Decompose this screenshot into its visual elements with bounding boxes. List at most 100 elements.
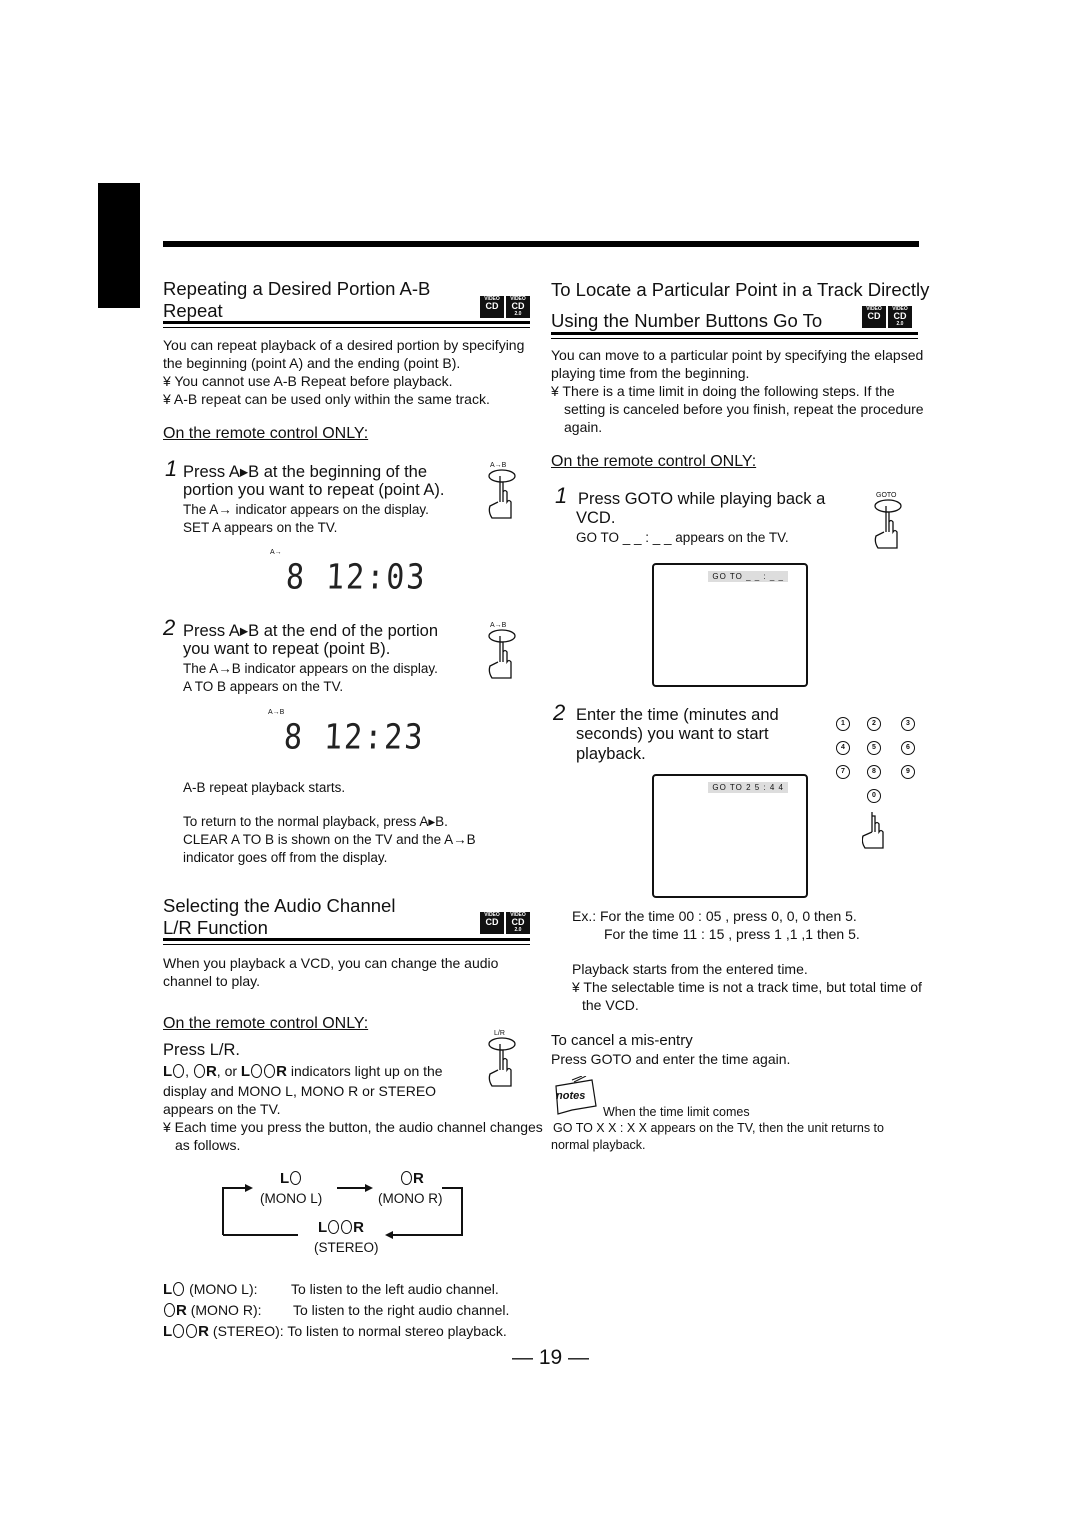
section-tab-marker	[98, 183, 140, 308]
remote-only-heading: On the remote control ONLY:	[163, 425, 369, 442]
key-3[interactable]: 3	[901, 717, 915, 731]
cancel-text: Press GOTO and enter the time again.	[551, 1051, 791, 1067]
step-text: Press A▸B at the beginning of the	[183, 463, 428, 481]
step-number: 1	[165, 456, 178, 481]
indicator-text: display and MONO L, MONO R or STEREO	[163, 1083, 437, 1099]
section-title-line2: Using the Number Buttons Go To	[551, 310, 823, 331]
notes-logo-icon: notes	[552, 1076, 597, 1115]
mono-r-icon: R	[400, 1170, 424, 1187]
step-text: playback.	[576, 745, 646, 763]
note-text: normal playback.	[551, 1138, 646, 1152]
stereo-indicator-icon: LR	[240, 1063, 287, 1080]
title-rule-thin	[163, 327, 530, 328]
return-text: indicator goes off from the display.	[183, 850, 388, 865]
intro-text: channel to play.	[163, 973, 261, 989]
step-text: VCD.	[576, 509, 616, 527]
video-cd-2-badge: VIDEO CD 2.0	[506, 296, 530, 318]
section-title: Selecting the Audio Channel	[163, 895, 396, 916]
return-text: CLEAR A TO B is shown on the TV and the …	[183, 832, 476, 847]
key-2[interactable]: 2	[867, 717, 881, 731]
step-text: Press GOTO while playing back a	[578, 490, 826, 508]
section-title: To Locate a Particular Point in a Track …	[551, 279, 930, 300]
hand-press-icon	[862, 812, 884, 849]
step-text: Press L/R.	[163, 1041, 241, 1059]
bullet: ¥ A-B repeat can be used only within the…	[163, 391, 490, 407]
step-text: you want to repeat (point B).	[183, 640, 391, 658]
key-5[interactable]: 5	[867, 741, 881, 755]
tv-screen: GO TO 2 5 : 4 4	[652, 774, 808, 898]
example-text: For the time 11 : 15 , press 1 ,1 ,1 the…	[604, 926, 860, 942]
unit-display: 8 12:23	[283, 717, 426, 758]
step-number: 2	[553, 700, 566, 725]
intro-text: the beginning (point A) and the ending (…	[163, 355, 461, 371]
manual-page: Repeating a Desired Portion A-B Repeat V…	[0, 0, 1080, 1531]
return-text: To return to the normal playback, press …	[183, 814, 448, 829]
stereo-icon: LR	[318, 1219, 365, 1236]
remote-only-heading: On the remote control ONLY:	[163, 1015, 369, 1032]
intro-text: When you playback a VCD, you can change …	[163, 955, 499, 971]
legend-mono-r: R (MONO R):	[163, 1302, 262, 1319]
step-text: seconds) you want to start	[576, 725, 769, 743]
cycle-label-mono-r: (MONO R)	[378, 1191, 443, 1206]
section-title-line2: L/R Function	[163, 917, 268, 938]
bullet: ¥ You cannot use A-B Repeat before playb…	[163, 373, 453, 389]
legend-desc: To listen to the left audio channel.	[291, 1281, 499, 1297]
tv-osd: GO TO 2 5 : 4 4	[708, 782, 788, 793]
section-title-line2: Repeat	[163, 300, 223, 321]
cycle-label-stereo: (STEREO)	[314, 1240, 379, 1255]
cycle-label-mono-l: (MONO L)	[260, 1191, 323, 1206]
legend-mono-l: L (MONO L):	[163, 1281, 258, 1298]
intro-text: You can repeat playback of a desired por…	[163, 337, 525, 353]
title-rule	[551, 332, 918, 335]
indicator-text: appears on the TV.	[163, 1101, 281, 1117]
top-rule	[163, 241, 919, 247]
cancel-heading: To cancel a mis-entry	[551, 1032, 693, 1049]
key-1[interactable]: 1	[836, 717, 850, 731]
title-rule-thin	[163, 944, 530, 945]
video-cd-badge: VIDEO CD	[862, 306, 886, 328]
tv-osd: GO TO _ _ : _ _	[708, 571, 788, 582]
section-title: Repeating a Desired Portion A-B	[163, 278, 431, 299]
bullet: ¥ There is a time limit in doing the fol…	[551, 383, 895, 399]
key-9[interactable]: 9	[901, 765, 915, 779]
example-text: Ex.: For the time 00 : 05 , press 0, 0, …	[572, 908, 857, 924]
note-heading: When the time limit comes	[603, 1105, 750, 1119]
bullet: the VCD.	[582, 997, 639, 1013]
step-note: SET A appears on the TV.	[183, 520, 338, 535]
mono-l-icon: L	[280, 1170, 302, 1187]
key-0[interactable]: 0	[867, 789, 881, 803]
step-number: 1	[555, 483, 568, 508]
legend-stereo: LR (STEREO): To listen to normal stereo …	[163, 1323, 507, 1340]
unit-display: 8 12:03	[285, 557, 428, 598]
video-cd-2-badge: VIDEO CD 2.0	[888, 306, 912, 328]
video-cd-badge: VIDEO CD	[480, 912, 504, 934]
bullet: ¥ Each time you press the button, the au…	[163, 1119, 543, 1135]
key-8[interactable]: 8	[867, 765, 881, 779]
video-cd-badge: VIDEO CD	[480, 296, 504, 318]
step-note: GO TO _ _ : _ _ appears on the TV.	[576, 530, 789, 545]
bullet: as follows.	[175, 1137, 241, 1153]
tv-screen: GO TO _ _ : _ _	[652, 563, 808, 687]
mono-l-indicator-icon: L	[163, 1063, 185, 1080]
indicator-text: L, R, or LR indicators light up on the	[163, 1063, 443, 1080]
key-6[interactable]: 6	[901, 741, 915, 755]
mono-r-indicator-icon: R	[193, 1063, 217, 1080]
title-rule	[163, 938, 530, 941]
display-indicator: A→	[270, 549, 282, 556]
bullet: setting is canceled before you finish, r…	[564, 401, 924, 417]
page-number: — 19 —	[512, 1346, 590, 1369]
remote-only-heading: On the remote control ONLY:	[551, 453, 757, 470]
note-text: GO TO X X : X X appears on the TV, then …	[553, 1121, 884, 1135]
step-note: The A→B indicator appears on the display…	[183, 661, 438, 676]
video-cd-2-badge: VIDEO CD 2.0	[506, 912, 530, 934]
display-indicator: A→B	[268, 709, 285, 716]
key-4[interactable]: 4	[836, 741, 850, 755]
intro-text: You can move to a particular point by sp…	[551, 347, 924, 363]
result-text: Playback starts from the entered time.	[572, 961, 808, 977]
bullet: again.	[564, 419, 603, 435]
key-7[interactable]: 7	[836, 765, 850, 779]
step-text: Enter the time (minutes and	[576, 706, 779, 724]
title-rule-thin	[551, 338, 918, 339]
step-number: 2	[163, 615, 176, 640]
intro-text: playing time from the beginning.	[551, 365, 750, 381]
